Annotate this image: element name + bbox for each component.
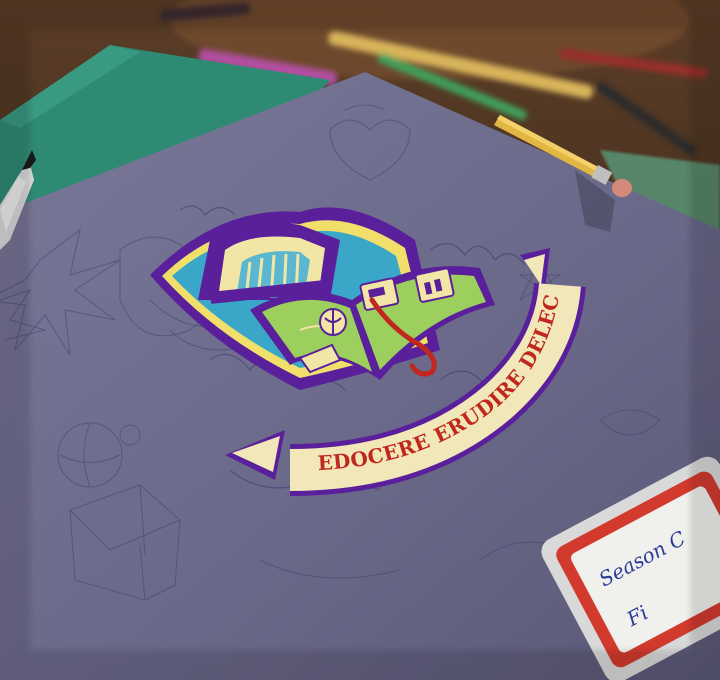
scene-illustration: EDOCERE ERUDIRE DELECTARE Season C Fi [0,0,720,680]
photo-scene: EDOCERE ERUDIRE DELECTARE Season C Fi [0,0,720,680]
